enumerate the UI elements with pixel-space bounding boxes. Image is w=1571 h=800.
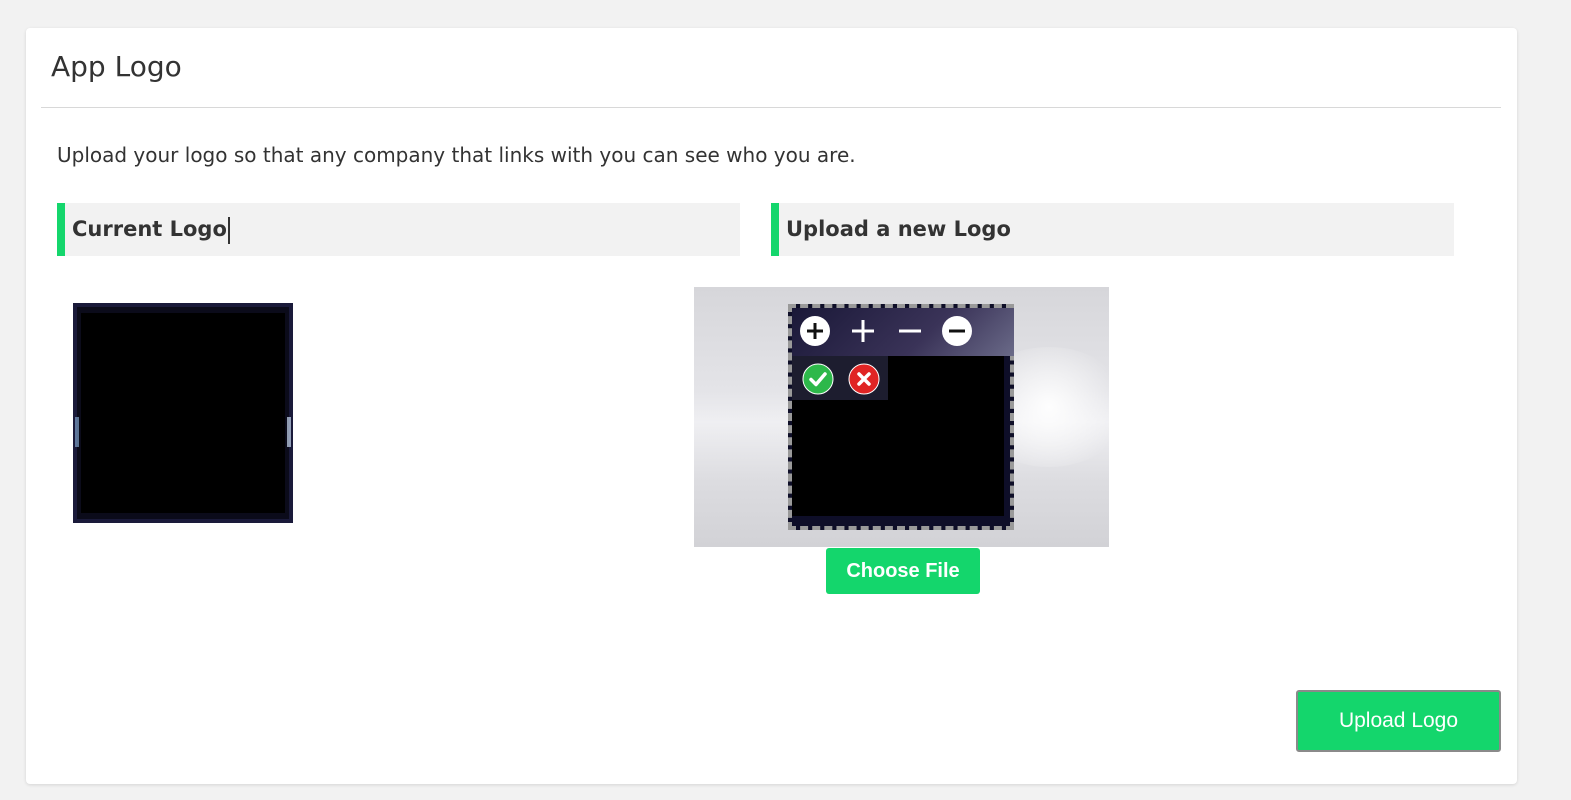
logo-edge-right xyxy=(287,417,291,447)
current-logo-inner xyxy=(81,313,285,513)
logo-cropper[interactable] xyxy=(694,287,1109,547)
zoom-out-circle-icon[interactable] xyxy=(941,315,973,347)
zoom-in-circle-icon[interactable] xyxy=(799,315,831,347)
crop-preview-area-lower xyxy=(792,400,1004,516)
zoom-in-icon[interactable] xyxy=(847,315,879,347)
app-logo-card: App Logo Upload your logo so that any co… xyxy=(26,28,1517,784)
intro-text: Upload your logo so that any company tha… xyxy=(57,143,856,167)
current-logo-header: Current Logo xyxy=(57,203,740,256)
crop-selection-box[interactable] xyxy=(788,304,1014,530)
upload-logo-header: Upload a new Logo xyxy=(771,203,1454,256)
confirm-check-icon[interactable] xyxy=(802,363,834,395)
upload-logo-button[interactable]: Upload Logo xyxy=(1296,690,1501,752)
card-title: App Logo xyxy=(51,50,182,83)
choose-file-button[interactable]: Choose File xyxy=(826,548,980,594)
zoom-out-icon[interactable] xyxy=(894,315,926,347)
logo-edge-left xyxy=(75,417,79,447)
cancel-x-icon[interactable] xyxy=(848,363,880,395)
current-logo-label: Current Logo xyxy=(72,217,227,241)
upload-logo-label: Upload a new Logo xyxy=(786,217,1011,241)
text-caret xyxy=(227,216,230,244)
current-logo-image xyxy=(73,303,293,523)
title-divider xyxy=(41,107,1501,108)
